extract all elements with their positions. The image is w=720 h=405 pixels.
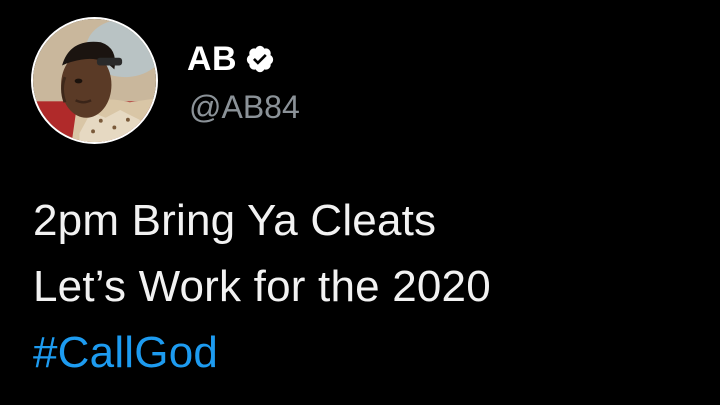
tweet-line-1: 2pm Bring Ya Cleats	[33, 196, 437, 245]
tweet-line-2: Let’s Work for the 2020	[33, 262, 491, 311]
author-name-row: AB	[187, 36, 275, 82]
tweet-card: AB @AB84 2pm Bring Ya Cleats Let’s Work …	[0, 0, 720, 405]
avatar-photo-icon	[33, 19, 156, 142]
hashtag-link[interactable]: #CallGod	[33, 320, 700, 386]
verified-badge-icon	[245, 44, 275, 74]
author-handle[interactable]: @AB84	[189, 91, 300, 123]
author-avatar[interactable]	[31, 17, 158, 144]
tweet-text: 2pm Bring Ya Cleats Let’s Work for the 2…	[33, 188, 700, 386]
author-display-name[interactable]: AB	[187, 42, 237, 76]
